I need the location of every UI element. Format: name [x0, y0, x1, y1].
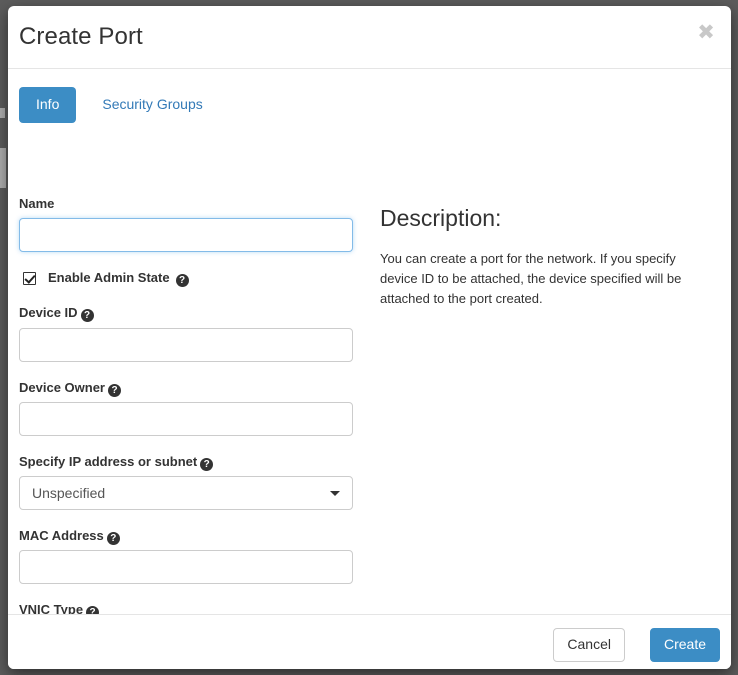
- cancel-button[interactable]: Cancel: [553, 628, 625, 662]
- mac-address-label: MAC Address?: [19, 527, 363, 545]
- close-icon[interactable]: ✖: [694, 21, 718, 45]
- help-icon[interactable]: ?: [108, 383, 121, 397]
- tab-security-groups[interactable]: Security Groups: [85, 87, 219, 123]
- tab-info[interactable]: Info: [19, 87, 77, 123]
- help-icon[interactable]: ?: [106, 531, 120, 545]
- device-owner-label: Device Owner?: [19, 379, 363, 397]
- help-icon[interactable]: ?: [80, 309, 94, 323]
- page-title: Create Port: [19, 23, 143, 50]
- name-label: Name: [19, 196, 55, 211]
- form-column: Name Enable Admin State? Device ID? Devi…: [19, 195, 363, 669]
- description-heading: Description:: [380, 205, 502, 231]
- background-artifact: [0, 148, 6, 188]
- dialog-footer: Cancel Create: [8, 614, 731, 669]
- admin-state-label-text: Enable Admin State: [48, 270, 170, 286]
- field-device-owner: Device Owner?: [19, 379, 363, 436]
- device-id-input[interactable]: [19, 327, 353, 362]
- device-owner-label-text: Device Owner: [19, 379, 105, 395]
- ip-mode-label-text: Specify IP address or subnet: [19, 453, 198, 469]
- help-icon[interactable]: ?: [200, 457, 214, 471]
- field-name: Name: [19, 195, 363, 253]
- field-admin-state: Enable Admin State?: [23, 269, 363, 288]
- field-device-id: Device ID?: [19, 304, 363, 362]
- create-port-dialog: Create Port ✖ Info Security Groups Name …: [8, 6, 731, 669]
- mac-address-input[interactable]: [19, 550, 353, 585]
- ip-mode-select[interactable]: Unspecified: [19, 475, 353, 510]
- help-icon[interactable]: ?: [175, 274, 189, 288]
- create-button[interactable]: Create: [649, 628, 720, 662]
- name-input[interactable]: [19, 218, 353, 253]
- dialog-header: Create Port ✖: [8, 6, 731, 69]
- field-mac-address: MAC Address?: [19, 527, 363, 585]
- description-panel: Description: You can create a port for t…: [380, 205, 700, 309]
- device-id-label: Device ID?: [19, 304, 363, 323]
- enable-admin-state-checkbox[interactable]: [23, 271, 36, 285]
- device-id-label-text: Device ID: [19, 305, 78, 321]
- admin-state-label: Enable Admin State?: [48, 269, 189, 288]
- mac-address-label-text: MAC Address: [19, 527, 104, 543]
- device-owner-input[interactable]: [19, 401, 353, 436]
- ip-mode-select-wrapper: Unspecified: [19, 475, 353, 510]
- tab-bar: Info Security Groups: [19, 87, 220, 123]
- dialog-body: Info Security Groups Name Enable Admin S…: [8, 69, 731, 659]
- field-ip-mode: Specify IP address or subnet? Unspecifie…: [19, 453, 363, 510]
- background-artifact: [0, 108, 5, 118]
- ip-mode-label: Specify IP address or subnet?: [19, 453, 363, 471]
- description-body: You can create a port for the network. I…: [380, 250, 682, 306]
